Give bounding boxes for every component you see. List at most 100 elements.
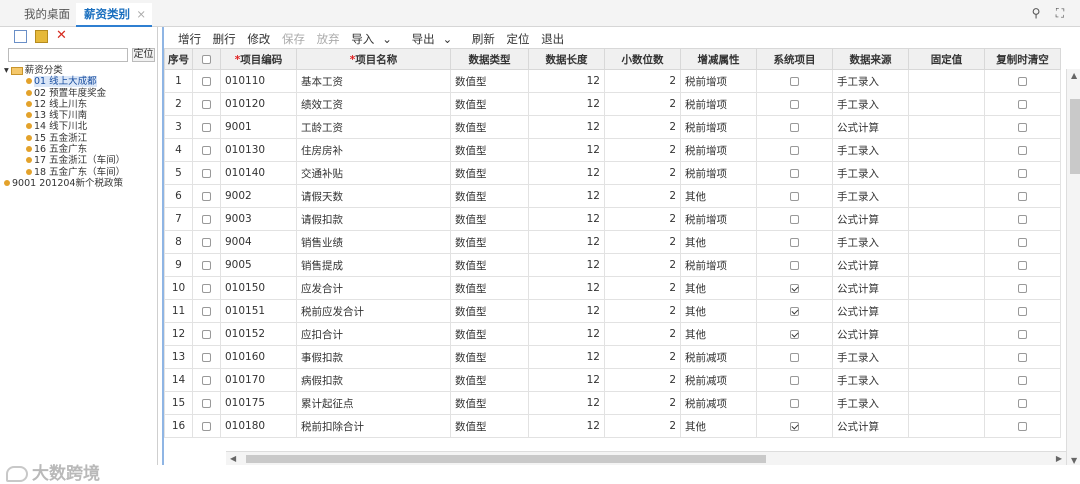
cell-code[interactable]: 010180	[220, 414, 297, 438]
cell-src[interactable]: 手工录入	[832, 161, 909, 185]
cell-sys[interactable]	[756, 138, 833, 162]
cell-dec[interactable]: 2	[604, 69, 681, 93]
cell-len[interactable]: 12	[528, 253, 605, 277]
cell-clear[interactable]	[984, 69, 1061, 93]
cell-dec[interactable]: 2	[604, 253, 681, 277]
checkbox[interactable]	[1018, 283, 1027, 293]
cell-dtype[interactable]: 数值型	[450, 276, 529, 300]
table-row[interactable]: 9 9005 销售提成 数值型 12 2 税前增项 公式计算	[164, 253, 1061, 277]
checkbox[interactable]	[790, 329, 799, 339]
new-document-icon[interactable]	[14, 30, 27, 43]
cell-dtype[interactable]: 数值型	[450, 92, 529, 116]
checkbox[interactable]	[790, 306, 799, 316]
table-row[interactable]: 10 010150 应发合计 数值型 12 2 其他 公式计算	[164, 276, 1061, 300]
cell-attr[interactable]: 税前减项	[680, 345, 757, 369]
scroll-up-icon[interactable]: ▲	[1071, 71, 1077, 80]
tree-locate-button[interactable]: 定位	[132, 48, 155, 62]
table-row[interactable]: 5 010140 交通补贴 数值型 12 2 税前增项 手工录入	[164, 161, 1061, 185]
checkbox[interactable]	[202, 237, 211, 247]
cell-select[interactable]	[192, 115, 221, 139]
table-row[interactable]: 16 010180 税前扣除合计 数值型 12 2 其他 公式计算	[164, 414, 1061, 438]
cell-len[interactable]: 12	[528, 115, 605, 139]
cell-sys[interactable]	[756, 345, 833, 369]
scroll-right-icon[interactable]: ▶	[1056, 454, 1062, 463]
cell-fixed[interactable]	[908, 230, 985, 254]
cell-dtype[interactable]: 数值型	[450, 230, 529, 254]
checkbox[interactable]	[790, 191, 799, 201]
cell-clear[interactable]	[984, 138, 1061, 162]
cell-attr[interactable]: 其他	[680, 184, 757, 208]
tree-item[interactable]: 17 五金浙江（车间）	[4, 155, 158, 166]
cell-code[interactable]: 010175	[220, 391, 297, 415]
cell-sys[interactable]	[756, 414, 833, 438]
cell-src[interactable]: 公式计算	[832, 322, 909, 346]
table-row[interactable]: 4 010130 住房房补 数值型 12 2 税前增项 手工录入	[164, 138, 1061, 162]
save-button[interactable]: 保存	[282, 32, 305, 46]
cell-attr[interactable]: 其他	[680, 276, 757, 300]
cell-fixed[interactable]	[908, 345, 985, 369]
checkbox[interactable]	[790, 214, 799, 224]
cell-attr[interactable]: 税前增项	[680, 253, 757, 277]
cell-clear[interactable]	[984, 184, 1061, 208]
cell-seq[interactable]: 4	[164, 138, 193, 162]
cell-dec[interactable]: 2	[604, 299, 681, 323]
select-all-checkbox[interactable]	[202, 54, 211, 64]
cell-attr[interactable]: 税前增项	[680, 92, 757, 116]
cell-select[interactable]	[192, 138, 221, 162]
col-src[interactable]: 数据来源	[832, 48, 909, 70]
cell-seq[interactable]: 2	[164, 92, 193, 116]
cell-fixed[interactable]	[908, 184, 985, 208]
checkbox[interactable]	[790, 398, 799, 408]
cell-len[interactable]: 12	[528, 391, 605, 415]
cell-sys[interactable]	[756, 161, 833, 185]
cell-len[interactable]: 12	[528, 69, 605, 93]
checkbox[interactable]	[202, 260, 211, 270]
cell-select[interactable]	[192, 253, 221, 277]
cell-src[interactable]: 手工录入	[832, 391, 909, 415]
cell-dec[interactable]: 2	[604, 322, 681, 346]
cell-name[interactable]: 应扣合计	[296, 322, 451, 346]
cell-dec[interactable]: 2	[604, 368, 681, 392]
cell-code[interactable]: 010151	[220, 299, 297, 323]
cell-dtype[interactable]: 数值型	[450, 161, 529, 185]
checkbox[interactable]	[202, 398, 211, 408]
checkbox[interactable]	[202, 191, 211, 201]
cell-name[interactable]: 请假天数	[296, 184, 451, 208]
cell-seq[interactable]: 16	[164, 414, 193, 438]
cell-sys[interactable]	[756, 276, 833, 300]
cell-fixed[interactable]	[908, 276, 985, 300]
cell-select[interactable]	[192, 69, 221, 93]
checkbox[interactable]	[790, 145, 799, 155]
cell-dec[interactable]: 2	[604, 230, 681, 254]
locate-button[interactable]: 定位	[507, 32, 530, 46]
edit-icon[interactable]	[34, 30, 48, 43]
cell-code[interactable]: 9003	[220, 207, 297, 231]
checkbox[interactable]	[202, 421, 211, 431]
cell-sys[interactable]	[756, 115, 833, 139]
cell-src[interactable]: 手工录入	[832, 230, 909, 254]
cell-clear[interactable]	[984, 115, 1061, 139]
tree-root[interactable]: ▾ 薪资分类	[4, 65, 158, 76]
cell-name[interactable]: 交通补贴	[296, 161, 451, 185]
cell-len[interactable]: 12	[528, 322, 605, 346]
checkbox[interactable]	[790, 237, 799, 247]
cell-name[interactable]: 事假扣款	[296, 345, 451, 369]
cell-seq[interactable]: 11	[164, 299, 193, 323]
tree-item[interactable]: 14 线下川北	[4, 121, 158, 132]
col-dec[interactable]: 小数位数	[604, 48, 681, 70]
checkbox[interactable]	[202, 283, 211, 293]
horizontal-scroll-thumb[interactable]	[246, 455, 766, 463]
cell-len[interactable]: 12	[528, 345, 605, 369]
cell-dec[interactable]: 2	[604, 414, 681, 438]
cell-dtype[interactable]: 数值型	[450, 391, 529, 415]
checkbox[interactable]	[202, 122, 211, 132]
col-clear[interactable]: 复制时清空	[984, 48, 1061, 70]
checkbox[interactable]	[202, 306, 211, 316]
cell-attr[interactable]: 其他	[680, 414, 757, 438]
cell-dec[interactable]: 2	[604, 115, 681, 139]
cell-dtype[interactable]: 数值型	[450, 299, 529, 323]
cell-seq[interactable]: 9	[164, 253, 193, 277]
cell-dtype[interactable]: 数值型	[450, 184, 529, 208]
table-row[interactable]: 2 010120 绩效工资 数值型 12 2 税前增项 手工录入	[164, 92, 1061, 116]
import-menu[interactable]: 导入 ⌄	[351, 32, 400, 46]
